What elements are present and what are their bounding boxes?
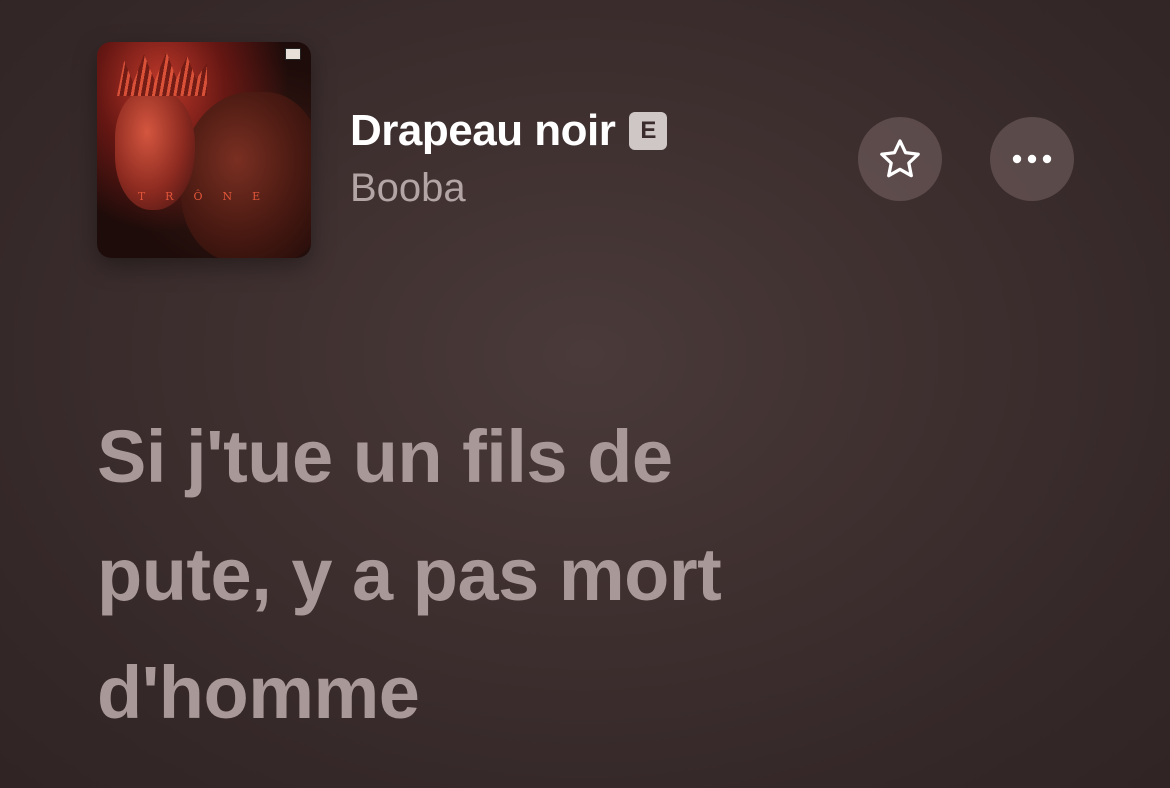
more-dots-icon xyxy=(1012,154,1052,164)
lyric-line[interactable]: d'homme xyxy=(97,634,1077,752)
explicit-badge: E xyxy=(629,112,668,150)
lyric-line[interactable]: pute, y a pas mort xyxy=(97,516,1077,634)
artist-name[interactable]: Booba xyxy=(350,166,466,211)
parental-advisory-icon xyxy=(285,48,301,60)
lyrics-panel[interactable]: Si j'tue un fils de pute, y a pas mort d… xyxy=(97,398,1077,752)
song-title-row: Drapeau noir E xyxy=(350,106,668,156)
favorite-button[interactable] xyxy=(858,117,942,201)
album-artwork-title: TRÔNE xyxy=(137,190,281,203)
lyric-line[interactable]: Si j'tue un fils de xyxy=(97,398,1077,516)
album-artwork-crown xyxy=(117,52,207,96)
star-icon xyxy=(880,139,920,178)
more-options-button[interactable] xyxy=(990,117,1074,201)
album-artwork[interactable]: TRÔNE xyxy=(97,42,311,258)
album-artwork-fur xyxy=(181,92,311,258)
song-title[interactable]: Drapeau noir xyxy=(350,106,616,156)
